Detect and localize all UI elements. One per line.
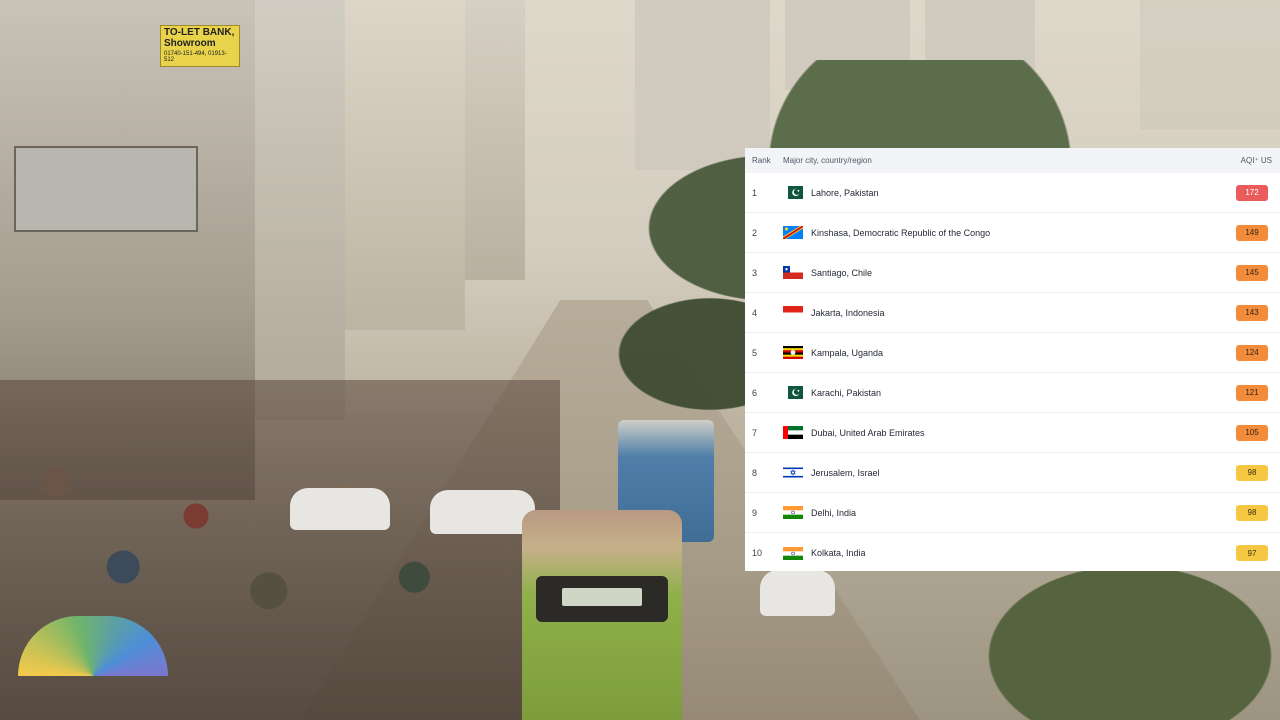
building-left — [345, 0, 465, 330]
aqi-cell: 121 — [1220, 384, 1280, 401]
aqi-ranking-table: Rank Major city, country/region AQI⁺ US … — [745, 148, 1280, 571]
aqi-cell: 105 — [1220, 424, 1280, 441]
dr-congo-flag-icon — [783, 226, 803, 239]
table-row[interactable]: 8 Jerusalem, Israel 98 — [745, 453, 1280, 493]
city-cell[interactable]: Delhi, India — [811, 508, 1220, 518]
aqi-header: AQI⁺ US — [1240, 156, 1272, 165]
white-car — [760, 570, 835, 616]
aqi-badge: 143 — [1236, 304, 1268, 321]
aqi-badge: 145 — [1236, 264, 1268, 281]
table-row[interactable]: 7 Dubai, United Arab Emirates 105 — [745, 413, 1280, 453]
shop-signboard — [14, 146, 198, 232]
city-cell[interactable]: Jerusalem, Israel — [811, 468, 1220, 478]
table-body: 1 Lahore, Pakistan 172 2 Kinshasa, Democrati… — [745, 173, 1280, 573]
uganda-flag-icon — [783, 346, 803, 359]
bus-route-sign — [562, 588, 642, 606]
rank-cell: 4 — [752, 307, 758, 318]
israel-flag-icon — [783, 466, 803, 479]
city-cell[interactable]: Kinshasa, Democratic Republic of the Con… — [811, 228, 1220, 238]
aqi-cell: 172 — [1220, 184, 1280, 201]
to-let-sign-text: TO-LET BANK, Showroom — [164, 27, 235, 49]
aqi-cell: 98 — [1220, 504, 1280, 521]
indonesia-flag-icon — [783, 306, 803, 319]
building-left — [255, 0, 345, 420]
aqi-badge: 98 — [1236, 504, 1268, 521]
building-left — [465, 0, 525, 280]
white-car — [290, 488, 390, 530]
green-bus — [522, 510, 682, 720]
tree-canopy — [980, 560, 1280, 720]
city-header: Major city, country/region — [783, 156, 872, 165]
table-row[interactable]: 2 Kinshasa, Democratic Republic of the Co… — [745, 213, 1280, 253]
aqi-badge: 149 — [1236, 224, 1268, 241]
city-cell[interactable]: Karachi, Pakistan — [811, 388, 1220, 398]
city-cell[interactable]: Dubai, United Arab Emirates — [811, 428, 1220, 438]
aqi-badge: 124 — [1236, 344, 1268, 361]
table-row[interactable]: 10 Kolkata, India 97 — [745, 533, 1280, 573]
rank-cell: 9 — [752, 507, 758, 518]
table-row[interactable]: 5 Kampala, Uganda 124 — [745, 333, 1280, 373]
to-let-sign-phone: 01740-151-494, 01913-512 — [164, 51, 227, 64]
table-row[interactable]: 1 Lahore, Pakistan 172 — [745, 173, 1280, 213]
to-let-sign: TO-LET BANK, Showroom 01740-151-494, 019… — [160, 25, 240, 67]
table-row[interactable]: 3 Santiago, Chile 145 — [745, 253, 1280, 293]
city-cell[interactable]: Santiago, Chile — [811, 268, 1220, 278]
rank-cell: 5 — [752, 347, 758, 358]
aqi-cell: 143 — [1220, 304, 1280, 321]
india-flag-icon — [783, 546, 803, 560]
city-cell[interactable]: Jakarta, Indonesia — [811, 308, 1220, 318]
aqi-badge: 172 — [1236, 184, 1268, 201]
rank-cell: 6 — [752, 387, 758, 398]
uae-flag-icon — [783, 426, 803, 439]
rank-header: Rank — [752, 156, 771, 165]
aqi-cell: 97 — [1220, 545, 1280, 561]
table-row[interactable]: 6 Karachi, Pakistan 121 — [745, 373, 1280, 413]
aqi-badge: 121 — [1236, 384, 1268, 401]
rank-cell: 7 — [752, 427, 758, 438]
table-row[interactable]: 9 Delhi, India 98 — [745, 493, 1280, 533]
rank-cell: 3 — [752, 267, 758, 278]
rank-cell: 10 — [752, 548, 763, 558]
city-cell[interactable]: Kolkata, India — [811, 548, 1220, 558]
india-flag-icon — [783, 506, 803, 519]
table-row[interactable]: 4 Jakarta, Indonesia 143 — [745, 293, 1280, 333]
city-cell[interactable]: Kampala, Uganda — [811, 348, 1220, 358]
city-cell[interactable]: Lahore, Pakistan — [811, 188, 1220, 198]
aqi-badge: 98 — [1236, 464, 1268, 481]
aqi-cell: 124 — [1220, 344, 1280, 361]
aqi-badge: 97 — [1236, 545, 1268, 561]
rank-cell: 1 — [752, 187, 758, 198]
chile-flag-icon — [783, 266, 803, 279]
aqi-badge: 105 — [1236, 424, 1268, 441]
pakistan-flag-icon — [783, 386, 803, 399]
rank-cell: 8 — [752, 467, 758, 478]
aqi-cell: 145 — [1220, 264, 1280, 281]
white-car — [430, 490, 535, 534]
rank-cell: 2 — [752, 227, 758, 238]
aqi-cell: 149 — [1220, 224, 1280, 241]
table-header: Rank Major city, country/region AQI⁺ US — [745, 148, 1280, 173]
pakistan-flag-icon — [783, 186, 803, 199]
aqi-cell: 98 — [1220, 464, 1280, 481]
